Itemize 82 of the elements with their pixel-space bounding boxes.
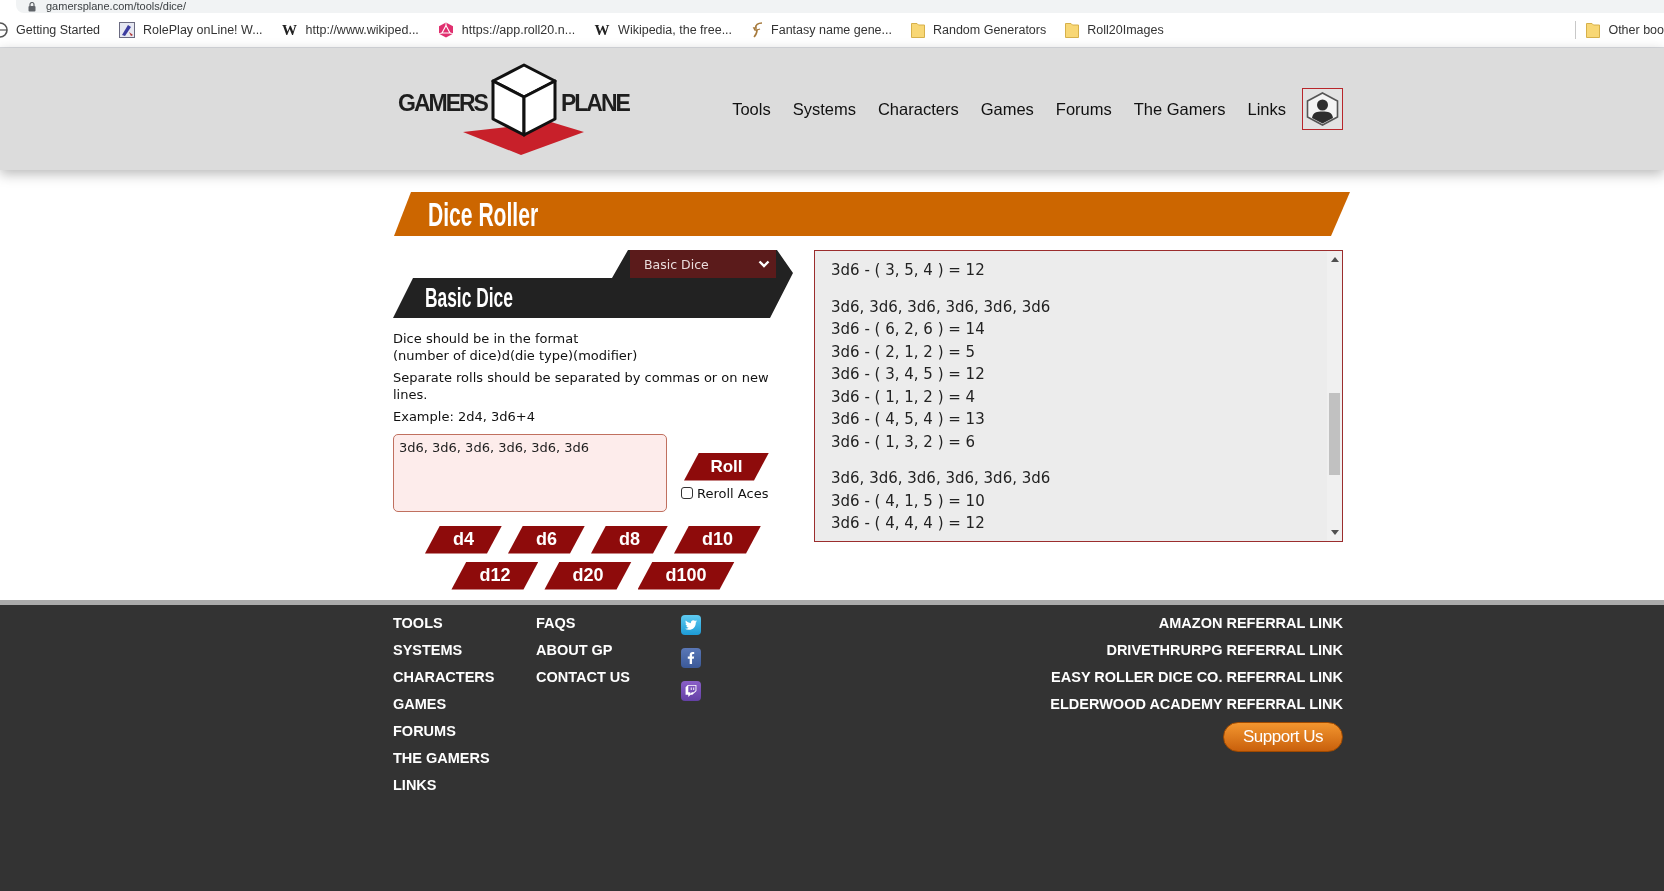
roll-result-line: 3d6 - ( 2, 1, 2 ) = 5	[831, 341, 976, 363]
referral-link[interactable]: AMAZON REFERRAL LINK	[1158, 610, 1343, 637]
die-button[interactable]: d4	[424, 525, 502, 554]
die-button[interactable]: d8	[591, 525, 668, 554]
user-avatar-button[interactable]	[1302, 88, 1343, 130]
nav-link[interactable]: Characters	[877, 99, 959, 119]
footer-link[interactable]: GAMES	[393, 691, 447, 718]
bookmark-link[interactable]: RolePlay onLine! W...	[119, 22, 263, 38]
bookmark-link[interactable]: Getting Started	[0, 22, 101, 38]
referral-link[interactable]: ELDERWOOD ACADEMY REFERRAL LINK	[1050, 691, 1343, 718]
nav-link[interactable]: Forums	[1055, 99, 1112, 119]
scrollbar-track[interactable]	[1327, 251, 1342, 541]
bookmark-link[interactable]: Other boo	[1586, 22, 1664, 38]
footer-link[interactable]: FORUMS	[393, 718, 456, 745]
scrollbar-thumb[interactable]	[1329, 393, 1340, 475]
reroll-checkbox[interactable]	[681, 487, 693, 499]
cube-logo-icon	[490, 63, 557, 137]
referral-link[interactable]: DRIVETHRURPG REFERRAL LINK	[1106, 637, 1343, 664]
roll-result-line: 3d6 - ( 3, 4, 5 ) = 12	[831, 364, 985, 385]
favicon-letter: W	[594, 21, 611, 39]
checkbox-label: Reroll Aces	[697, 485, 769, 501]
footer-link[interactable]: TOOLS	[393, 610, 443, 637]
folder-icon	[1586, 22, 1601, 38]
die-button[interactable]: d12	[451, 561, 539, 590]
nav-link[interactable]: Systems	[792, 99, 856, 119]
roll-result-line: 3d6 - ( 4, 5, 4 ) = 13	[831, 409, 985, 430]
chevron-down-icon	[758, 260, 770, 268]
bookmark-link[interactable]: https://app.roll20.n...	[437, 22, 576, 38]
roll-input-line: 3d6, 3d6, 3d6, 3d6, 3d6, 3d6	[831, 296, 1051, 318]
lock-icon	[28, 1, 36, 12]
roll-result-line: 3d6 - ( 4, 1, 5 ) = 10	[831, 490, 985, 512]
bookmark-link[interactable]: W http://www.wikiped...	[281, 21, 419, 39]
footer-link[interactable]: LINKS	[393, 772, 437, 799]
twitter-icon[interactable]	[681, 615, 701, 635]
favicon-letter: W	[281, 21, 298, 39]
folder-icon	[910, 22, 925, 38]
referral-link[interactable]: EASY ROLLER DICE CO. REFERRAL LINK	[1051, 664, 1343, 691]
roll-result-line: 3d6 - ( 1, 1, 2 ) = 4	[831, 386, 976, 408]
instruction-text: Dice should be in the format (number of dice)d(die type)(modifier)	[393, 331, 639, 364]
footer-link[interactable]: SYSTEMS	[393, 637, 463, 664]
die-button[interactable]: d100	[637, 561, 735, 590]
footer-link[interactable]: CONTACT US	[536, 664, 630, 691]
logo-text: GAMERS	[398, 92, 487, 115]
page-title: Dice Roller	[428, 197, 539, 231]
nav-link[interactable]: Links	[1247, 99, 1286, 119]
footer-link[interactable]: THE GAMERS	[393, 745, 490, 772]
bookmark-link[interactable]: Fantasy name gene...	[751, 22, 892, 38]
picture-icon	[119, 22, 136, 38]
twitch-icon[interactable]	[681, 681, 701, 701]
scroll-down-icon[interactable]	[1330, 530, 1339, 535]
die-icon	[437, 22, 454, 38]
logo-text: PLANE	[560, 92, 629, 115]
footer-link[interactable]: CHARACTERS	[393, 664, 495, 691]
address-field[interactable]: gamersplane.com/tools/dice/	[16, 0, 1664, 13]
bookmark-link[interactable]: W Wikipedia, the free...	[594, 21, 733, 39]
die-button[interactable]: d6	[507, 525, 585, 554]
roll-result-line: 3d6 - ( 4, 4, 4 ) = 12	[831, 513, 985, 534]
roll-result-line: 3d6 - ( 3, 5, 4 ) = 12	[831, 260, 985, 281]
roll-button[interactable]: Roll	[684, 452, 769, 481]
mode-select[interactable]: Basic Dice	[630, 250, 776, 278]
nav-link[interactable]: The Gamers	[1133, 99, 1226, 119]
footer-link[interactable]: ABOUT GP	[536, 637, 613, 664]
facebook-icon[interactable]	[681, 648, 701, 668]
scroll-up-icon[interactable]	[1330, 257, 1339, 262]
roll-result-line: 3d6 - ( 6, 2, 6 ) = 14	[831, 319, 985, 340]
nav-link[interactable]: Games	[980, 99, 1034, 119]
user-icon	[1306, 92, 1339, 126]
die-button[interactable]: d20	[544, 561, 632, 590]
quill-icon	[751, 22, 764, 38]
nav-link[interactable]: Tools	[732, 99, 771, 119]
instruction-text: Separate rolls should be separated by commas or on new lines.	[393, 370, 770, 403]
roll-input-line: 3d6, 3d6, 3d6, 3d6, 3d6, 3d6	[831, 468, 1051, 489]
instruction-text: Example: 2d4, 3d6+4	[393, 409, 536, 426]
footer-link[interactable]: FAQS	[536, 610, 576, 637]
roll-result-line: 3d6 - ( 1, 3, 2 ) = 6	[831, 431, 976, 453]
circle-icon	[0, 22, 8, 38]
bookmark-link[interactable]: Random Generators	[910, 22, 1047, 38]
bookmark-link[interactable]: Roll20Images	[1065, 22, 1164, 38]
folder-icon	[1065, 22, 1080, 38]
panel-title: Basic Dice	[425, 284, 513, 312]
dice-input-field[interactable]: 3d6, 3d6, 3d6, 3d6, 3d6, 3d6	[393, 433, 667, 512]
die-button[interactable]: d10	[674, 525, 762, 554]
